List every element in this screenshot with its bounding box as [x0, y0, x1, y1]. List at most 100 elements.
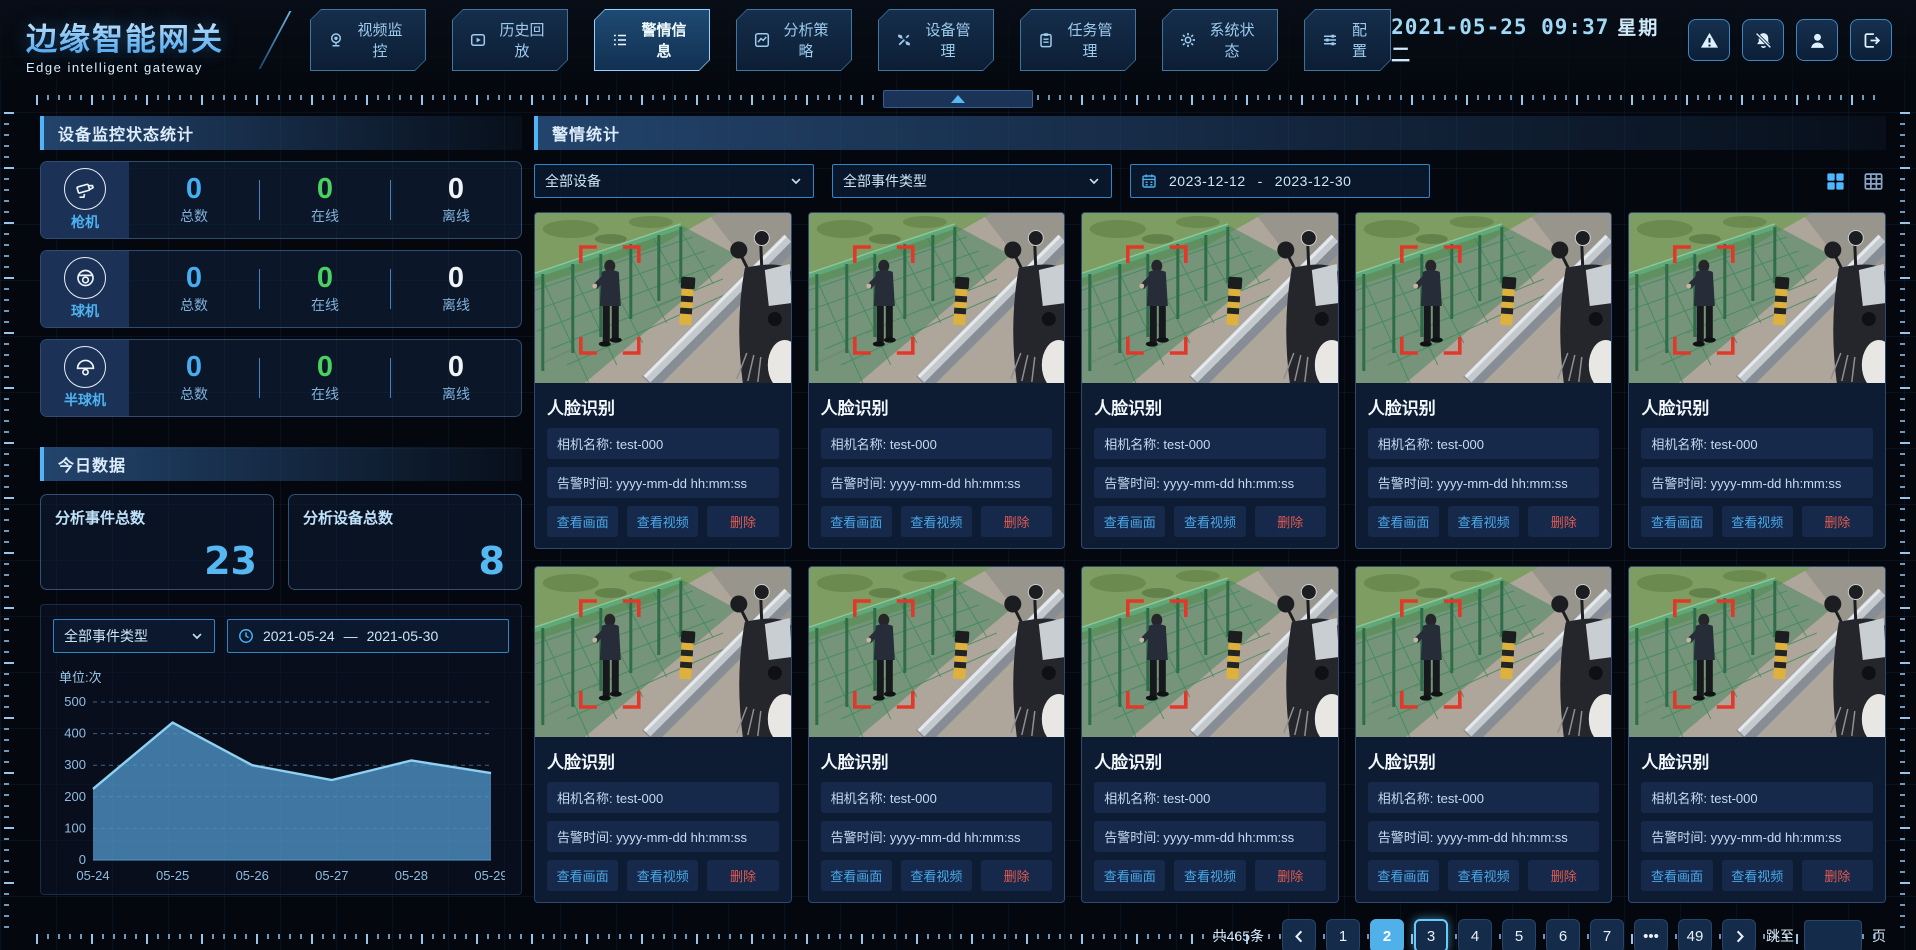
camera-name-value: test-000: [616, 791, 663, 806]
alarm-time-label: 告警时间:: [831, 830, 890, 845]
view-video-button[interactable]: 查看视频: [627, 860, 698, 891]
device-stat-value: 0: [391, 263, 521, 293]
view-video-button[interactable]: 查看视频: [901, 860, 972, 891]
alarm-snapshot[interactable]: [535, 213, 791, 383]
bell-mute-icon: [1754, 31, 1773, 50]
view-frame-button[interactable]: 查看画面: [1641, 860, 1712, 891]
nav-item-6[interactable]: 系统状态: [1162, 9, 1278, 71]
view-video-button[interactable]: 查看视频: [627, 506, 698, 537]
event-type-select[interactable]: 全部事件类型: [53, 619, 215, 653]
y-tick-label: 200: [64, 789, 86, 804]
jump-label: 跳至: [1766, 926, 1794, 946]
delete-button[interactable]: 删除: [1802, 506, 1873, 537]
alarm-snapshot[interactable]: [1082, 567, 1338, 737]
logout-button[interactable]: [1850, 19, 1892, 61]
nav-item-7[interactable]: 配置: [1304, 9, 1391, 71]
alarm-snapshot[interactable]: [535, 567, 791, 737]
delete-button[interactable]: 删除: [707, 506, 778, 537]
device-card-2: 半球机0总数0在线0离线: [40, 339, 522, 417]
device-stat-label: 总数: [129, 295, 259, 315]
delete-button[interactable]: 删除: [981, 860, 1052, 891]
device-stat-label: 离线: [391, 384, 521, 404]
alarm-snapshot-image: [1356, 567, 1612, 737]
page-button-5[interactable]: 5: [1502, 919, 1536, 950]
page-button-49[interactable]: 49: [1678, 919, 1712, 950]
device-stat: 0离线: [391, 174, 521, 226]
view-video-button[interactable]: 查看视频: [901, 506, 972, 537]
alarm-date-range[interactable]: 2023-12-12 - 2023-12-30: [1130, 164, 1430, 198]
view-video-button[interactable]: 查看视频: [1174, 506, 1245, 537]
delete-button[interactable]: 删除: [707, 860, 778, 891]
user-button[interactable]: [1796, 19, 1838, 61]
chevron-down-icon: [789, 174, 803, 188]
view-video-button[interactable]: 查看视频: [1722, 506, 1793, 537]
alarm-snapshot[interactable]: [809, 213, 1065, 383]
delete-button[interactable]: 删除: [1255, 860, 1326, 891]
prev-icon[interactable]: [1282, 919, 1316, 950]
nav-item-5[interactable]: 任务管理: [1020, 9, 1136, 71]
page-button-7[interactable]: 7: [1590, 919, 1624, 950]
chart-date-range[interactable]: 2021-05-24 — 2021-05-30: [227, 619, 509, 653]
view-frame-button[interactable]: 查看画面: [1641, 506, 1712, 537]
alert-button[interactable]: [1688, 19, 1730, 61]
alarm-snapshot[interactable]: [1629, 567, 1885, 737]
page-button-2[interactable]: 2: [1370, 919, 1404, 950]
alarm-snapshot-image: [1629, 213, 1885, 383]
alarm-snapshot[interactable]: [1356, 567, 1612, 737]
alarm-snapshot[interactable]: [1629, 213, 1885, 383]
jump-page-input[interactable]: [1804, 920, 1862, 950]
grid-view-icon[interactable]: [1822, 168, 1848, 194]
view-video-button[interactable]: 查看视频: [1722, 860, 1793, 891]
nav-item-4[interactable]: 设备管理: [878, 9, 994, 71]
nav-item-1[interactable]: 历史回放: [452, 9, 568, 71]
alarm-card-body: 人脸识别 相机名称: test-000 告警时间: yyyy-mm-dd hh:…: [1082, 737, 1338, 902]
view-frame-button[interactable]: 查看画面: [1368, 506, 1439, 537]
next-icon[interactable]: [1722, 919, 1756, 950]
view-video-button[interactable]: 查看视频: [1448, 860, 1519, 891]
view-video-button[interactable]: 查看视频: [1174, 860, 1245, 891]
table-view-icon[interactable]: [1860, 168, 1886, 194]
alarm-snapshot[interactable]: [809, 567, 1065, 737]
mute-button[interactable]: [1742, 19, 1784, 61]
webcam-icon: [328, 32, 344, 48]
view-frame-button[interactable]: 查看画面: [1094, 506, 1165, 537]
bullet-camera-icon: [64, 168, 106, 210]
view-video-button[interactable]: 查看视频: [1448, 506, 1519, 537]
alarm-snapshot[interactable]: [1356, 213, 1612, 383]
view-frame-button[interactable]: 查看画面: [821, 506, 892, 537]
page-button-4[interactable]: 4: [1458, 919, 1492, 950]
alarm-card: 人脸识别 相机名称: test-000 告警时间: yyyy-mm-dd hh:…: [808, 566, 1066, 903]
alarm-snapshot[interactable]: [1082, 213, 1338, 383]
delete-button[interactable]: 删除: [1528, 506, 1599, 537]
device-panel-title: 设备监控状态统计: [58, 121, 194, 145]
nav-item-2[interactable]: 警情信息: [594, 9, 710, 71]
alarm-type-label: 人脸识别: [1641, 394, 1873, 419]
alarm-card: 人脸识别 相机名称: test-000 告警时间: yyyy-mm-dd hh:…: [1081, 212, 1339, 549]
y-tick-label: 300: [64, 757, 86, 772]
view-frame-button[interactable]: 查看画面: [821, 860, 892, 891]
delete-button[interactable]: 删除: [1802, 860, 1873, 891]
view-frame-button[interactable]: 查看画面: [547, 860, 618, 891]
page-button-1[interactable]: 1: [1326, 919, 1360, 950]
page-button-6[interactable]: 6: [1546, 919, 1580, 950]
collapse-handle[interactable]: [883, 90, 1033, 108]
area-series: [93, 723, 491, 860]
alarm-card-body: 人脸识别 相机名称: test-000 告警时间: yyyy-mm-dd hh:…: [809, 737, 1065, 902]
alarm-event-type-select[interactable]: 全部事件类型: [832, 164, 1112, 198]
nav-item-3[interactable]: 分析策略: [736, 9, 852, 71]
delete-button[interactable]: 删除: [981, 506, 1052, 537]
view-frame-button[interactable]: 查看画面: [1094, 860, 1165, 891]
camera-name-field: 相机名称: test-000: [1641, 428, 1873, 459]
alarm-type-label: 人脸识别: [821, 394, 1053, 419]
page-ellipsis-button[interactable]: •••: [1634, 919, 1668, 950]
alarm-snapshot-image: [1356, 213, 1612, 383]
page-button-3[interactable]: 3: [1414, 919, 1448, 950]
device-select[interactable]: 全部设备: [534, 164, 814, 198]
datetime-value: 2021-05-25 09:37: [1391, 15, 1609, 39]
view-frame-button[interactable]: 查看画面: [1368, 860, 1439, 891]
delete-button[interactable]: 删除: [1255, 506, 1326, 537]
nav-item-0[interactable]: 视频监控: [310, 9, 426, 71]
view-frame-button[interactable]: 查看画面: [547, 506, 618, 537]
alarm-time-value: yyyy-mm-dd hh:mm:ss: [1437, 830, 1568, 845]
delete-button[interactable]: 删除: [1528, 860, 1599, 891]
